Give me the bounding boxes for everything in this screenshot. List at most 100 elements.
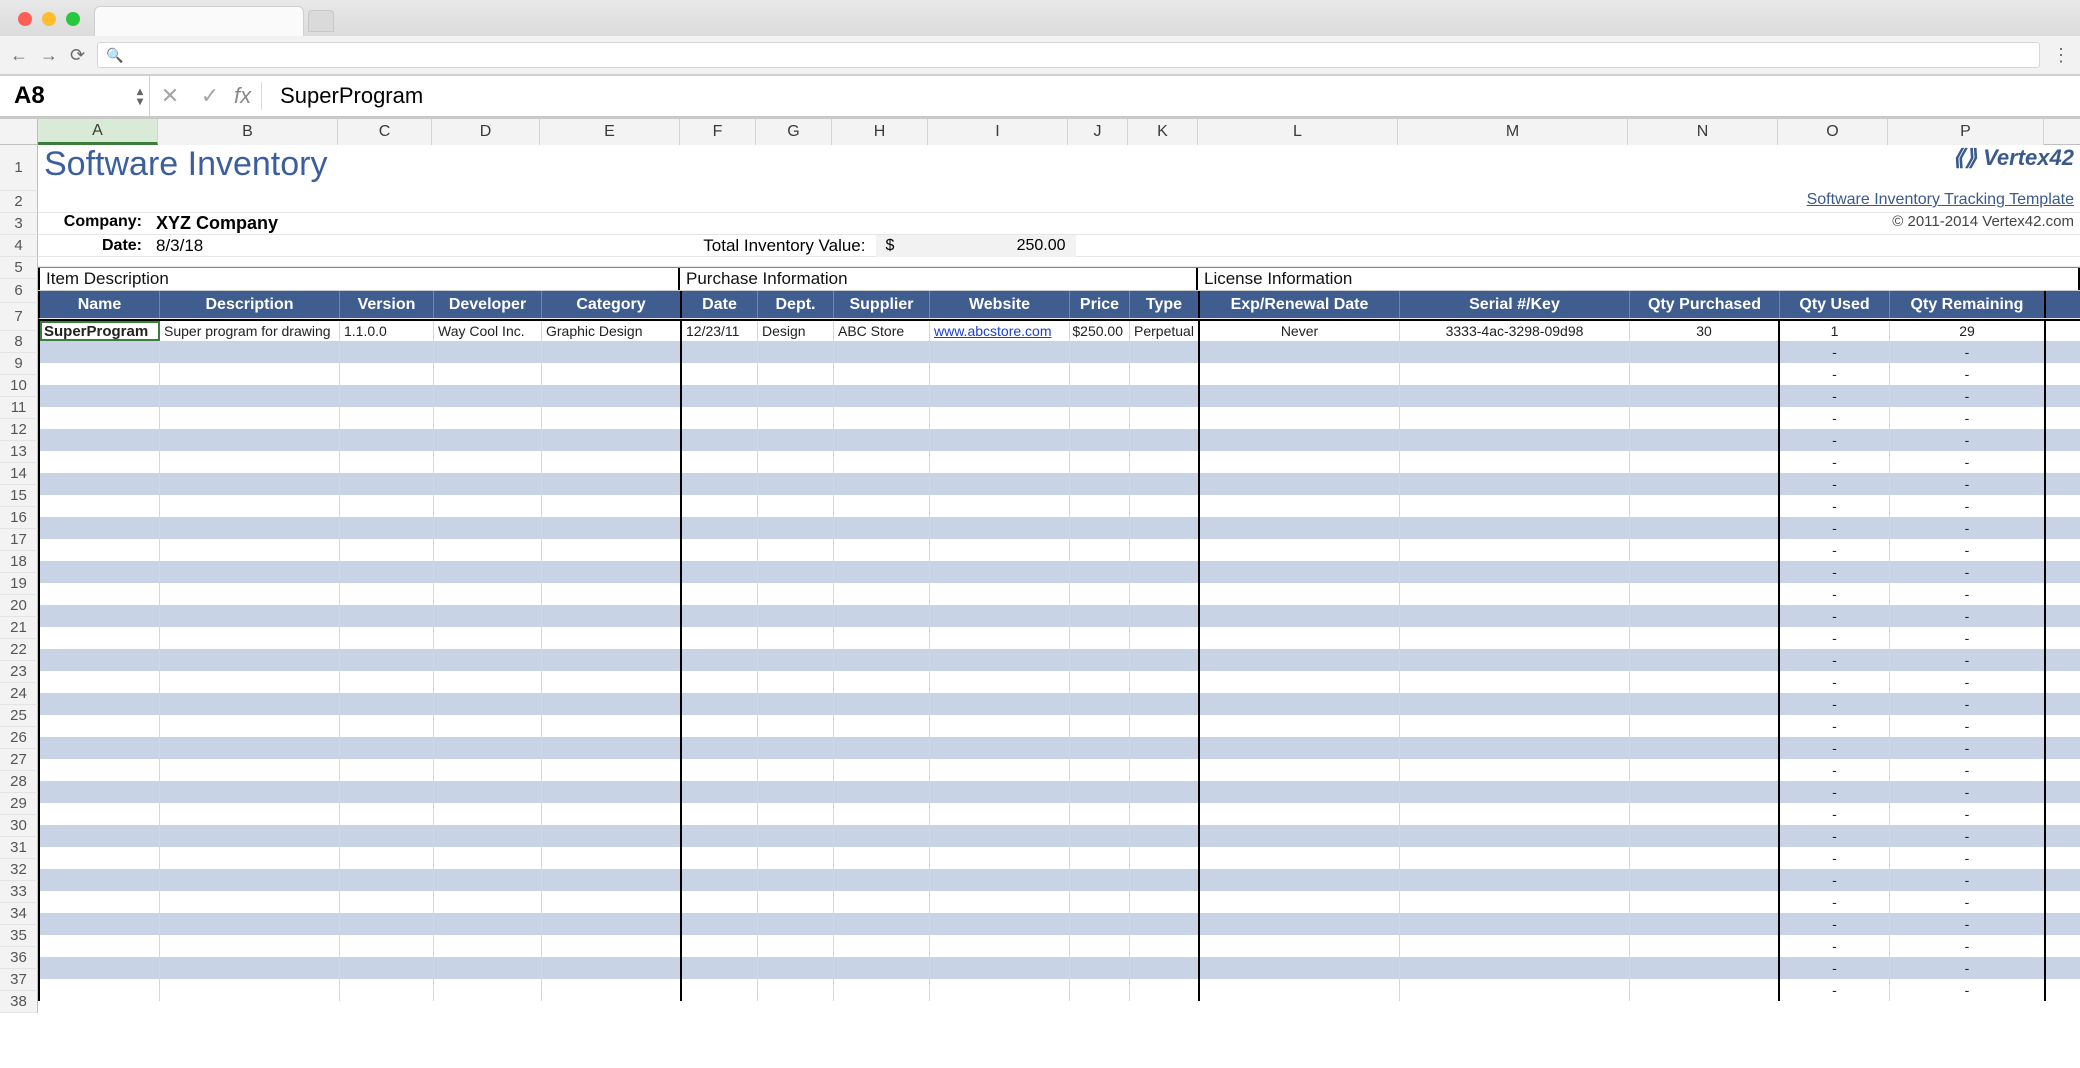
cell-empty[interactable] xyxy=(340,649,434,671)
cell-empty[interactable] xyxy=(682,583,758,605)
col-header-G[interactable]: G xyxy=(756,119,832,145)
cell-empty[interactable] xyxy=(1200,781,1400,803)
cell-empty[interactable] xyxy=(1130,715,1200,737)
cell-empty[interactable]: - xyxy=(1890,407,2046,429)
cell-empty[interactable] xyxy=(1200,737,1400,759)
cell-empty[interactable] xyxy=(930,517,1070,539)
cell-empty[interactable] xyxy=(1070,913,1130,935)
col-header-P[interactable]: P xyxy=(1888,119,2044,145)
cell-empty[interactable] xyxy=(1400,363,1630,385)
cell-empty[interactable] xyxy=(1400,759,1630,781)
cell-empty[interactable] xyxy=(682,803,758,825)
browser-tab[interactable] xyxy=(94,6,304,36)
cell-empty[interactable] xyxy=(930,539,1070,561)
cell-empty[interactable] xyxy=(930,429,1070,451)
cell-empty[interactable] xyxy=(682,495,758,517)
cell-empty[interactable] xyxy=(682,363,758,385)
cell-empty[interactable] xyxy=(930,737,1070,759)
cell-empty[interactable] xyxy=(434,693,542,715)
cell-category[interactable]: Graphic Design xyxy=(542,321,682,341)
cell-empty[interactable]: - xyxy=(1890,847,2046,869)
cell-empty[interactable] xyxy=(1630,539,1780,561)
cell-empty[interactable] xyxy=(542,957,682,979)
cell-empty[interactable] xyxy=(758,759,834,781)
cell-empty[interactable] xyxy=(758,561,834,583)
cell-empty[interactable] xyxy=(682,407,758,429)
row-header-31[interactable]: 31 xyxy=(0,837,38,859)
cell-empty[interactable] xyxy=(434,495,542,517)
cell-empty[interactable] xyxy=(834,539,930,561)
cell-empty[interactable] xyxy=(340,825,434,847)
cell-empty[interactable] xyxy=(434,561,542,583)
cell-empty[interactable] xyxy=(930,781,1070,803)
cell-empty[interactable] xyxy=(1200,825,1400,847)
cell-empty[interactable] xyxy=(1630,407,1780,429)
row-header-24[interactable]: 24 xyxy=(0,683,38,705)
cell-empty[interactable]: - xyxy=(1780,561,1890,583)
col-category[interactable]: Category xyxy=(542,291,682,318)
row-header-2[interactable]: 2 xyxy=(0,191,38,213)
cell-empty[interactable] xyxy=(160,781,340,803)
cell-empty[interactable] xyxy=(542,385,682,407)
row-header-8[interactable]: 8 xyxy=(0,331,38,353)
cell-empty[interactable] xyxy=(758,715,834,737)
cell-empty[interactable] xyxy=(40,935,160,957)
cell-empty[interactable] xyxy=(542,583,682,605)
cell-empty[interactable] xyxy=(40,759,160,781)
name-box[interactable]: A8 ▴▾ xyxy=(0,76,150,116)
cell-empty[interactable] xyxy=(930,935,1070,957)
cell-empty[interactable] xyxy=(834,737,930,759)
cell-empty[interactable] xyxy=(930,627,1070,649)
col-date[interactable]: Date xyxy=(682,291,758,318)
cell-empty[interactable] xyxy=(930,869,1070,891)
cell-price[interactable]: $250.00 xyxy=(1070,321,1130,341)
cell-empty[interactable] xyxy=(434,957,542,979)
cell-empty[interactable] xyxy=(930,385,1070,407)
cell-empty[interactable]: - xyxy=(1780,759,1890,781)
cell-empty[interactable] xyxy=(40,561,160,583)
cell-empty[interactable] xyxy=(1070,583,1130,605)
cell-empty[interactable] xyxy=(758,737,834,759)
cell-empty[interactable]: - xyxy=(1890,715,2046,737)
row-header-16[interactable]: 16 xyxy=(0,507,38,529)
back-icon[interactable]: ← xyxy=(10,45,28,66)
cell-empty[interactable] xyxy=(1070,407,1130,429)
cell-empty[interactable] xyxy=(1400,957,1630,979)
cell-empty[interactable] xyxy=(930,451,1070,473)
cell-empty[interactable] xyxy=(160,979,340,1001)
cell-empty[interactable] xyxy=(1400,539,1630,561)
row-header-22[interactable]: 22 xyxy=(0,639,38,661)
cell-empty[interactable] xyxy=(1070,451,1130,473)
cell-empty[interactable] xyxy=(434,913,542,935)
cell-empty[interactable] xyxy=(834,649,930,671)
cell-empty[interactable] xyxy=(758,517,834,539)
cell-empty[interactable] xyxy=(682,561,758,583)
cell-empty[interactable]: - xyxy=(1780,495,1890,517)
cell-empty[interactable] xyxy=(1130,693,1200,715)
cell-empty[interactable] xyxy=(340,407,434,429)
cell-empty[interactable] xyxy=(930,495,1070,517)
cell-empty[interactable] xyxy=(1200,891,1400,913)
cell-empty[interactable] xyxy=(758,825,834,847)
cell-empty[interactable] xyxy=(1400,693,1630,715)
cell-empty[interactable] xyxy=(1130,935,1200,957)
cell-empty[interactable] xyxy=(434,407,542,429)
cell-empty[interactable] xyxy=(542,803,682,825)
cell-empty[interactable] xyxy=(1130,517,1200,539)
cell-empty[interactable] xyxy=(40,605,160,627)
cell-empty[interactable] xyxy=(834,781,930,803)
minimize-window-icon[interactable] xyxy=(42,12,56,26)
cell-empty[interactable] xyxy=(930,473,1070,495)
cell-empty[interactable] xyxy=(930,979,1070,1001)
cell-empty[interactable] xyxy=(1070,473,1130,495)
cell-empty[interactable] xyxy=(160,825,340,847)
cell-empty[interactable] xyxy=(930,605,1070,627)
cell-empty[interactable] xyxy=(1630,363,1780,385)
cell-empty[interactable] xyxy=(834,913,930,935)
cell-empty[interactable] xyxy=(1400,583,1630,605)
cell-empty[interactable] xyxy=(1630,605,1780,627)
cell-empty[interactable] xyxy=(1200,429,1400,451)
cell-empty[interactable]: - xyxy=(1780,979,1890,1001)
cell-empty[interactable] xyxy=(930,913,1070,935)
cell-empty[interactable] xyxy=(542,671,682,693)
